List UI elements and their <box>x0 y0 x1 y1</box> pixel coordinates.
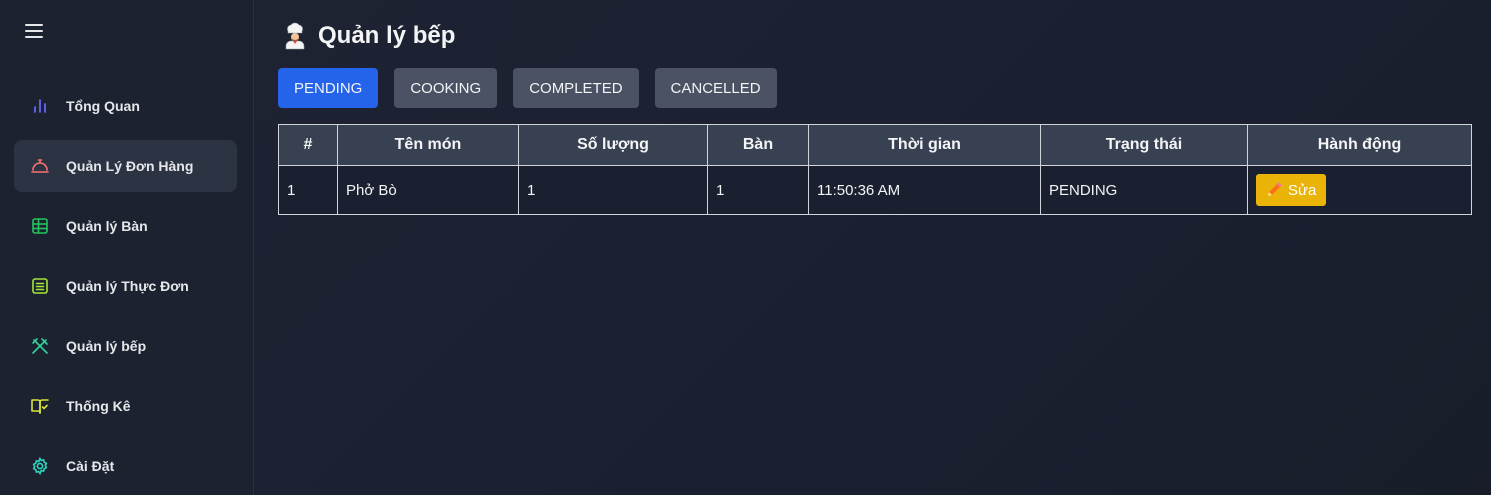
tab-cancelled[interactable]: CANCELLED <box>654 68 777 108</box>
table-grid-icon <box>30 216 50 236</box>
column-header-dish: Tên món <box>337 124 519 166</box>
utensils-crossed-icon <box>30 336 50 356</box>
sidebar-nav: Tổng Quan Quản Lý Đơn Hàng Quản lý Bàn Q… <box>14 80 237 495</box>
menu-list-icon <box>30 276 50 296</box>
page-title-text: Quản lý bếp <box>318 22 456 49</box>
tab-cooking[interactable]: COOKING <box>394 68 498 108</box>
orders-table: # Tên món Số lượng Bàn Thời gian Trạng t… <box>278 124 1472 215</box>
edit-button[interactable]: Sửa <box>1256 174 1327 206</box>
hamburger-menu-icon[interactable] <box>25 24 43 40</box>
cloche-icon <box>30 156 50 176</box>
sidebar: Tổng Quan Quản Lý Đơn Hàng Quản lý Bàn Q… <box>0 0 254 495</box>
sidebar-item-statistics[interactable]: Thống Kê <box>14 380 237 432</box>
sidebar-item-label: Quản Lý Đơn Hàng <box>66 158 194 174</box>
sidebar-item-label: Quản lý Bàn <box>66 218 148 234</box>
column-header-table: Bàn <box>707 124 809 166</box>
column-header-time: Thời gian <box>808 124 1041 166</box>
column-header-action: Hành động <box>1247 124 1472 166</box>
sidebar-item-label: Quản lý Thực Đơn <box>66 278 189 294</box>
cell-status: PENDING <box>1040 165 1248 215</box>
chef-icon <box>285 22 305 50</box>
page-title: Quản lý bếp <box>282 22 455 50</box>
sidebar-item-label: Tổng Quan <box>66 98 140 114</box>
sidebar-item-label: Thống Kê <box>66 398 131 414</box>
table-row: 1 Phở Bò 1 1 11:50:36 AM PENDING Sửa <box>278 165 1472 215</box>
cell-dish: Phở Bò <box>337 165 519 215</box>
column-header-index: # <box>278 124 338 166</box>
book-check-icon <box>30 396 50 416</box>
sidebar-item-orders[interactable]: Quản Lý Đơn Hàng <box>14 140 237 192</box>
sidebar-item-settings[interactable]: Cài Đặt <box>14 440 237 492</box>
sidebar-item-tables[interactable]: Quản lý Bàn <box>14 200 237 252</box>
cell-table: 1 <box>707 165 809 215</box>
cell-quantity: 1 <box>518 165 708 215</box>
app-root: Tổng Quan Quản Lý Đơn Hàng Quản lý Bàn Q… <box>0 0 1491 495</box>
tab-completed[interactable]: COMPLETED <box>513 68 639 108</box>
edit-button-label: Sửa <box>1288 181 1317 199</box>
pencil-icon <box>1268 182 1282 196</box>
cell-action: Sửa <box>1247 165 1472 215</box>
cell-index: 1 <box>278 165 338 215</box>
sidebar-item-menu[interactable]: Quản lý Thực Đơn <box>14 260 237 312</box>
table-header-row: # Tên món Số lượng Bàn Thời gian Trạng t… <box>278 124 1472 166</box>
column-header-quantity: Số lượng <box>518 124 708 166</box>
gear-icon <box>30 456 50 476</box>
column-header-status: Trạng thái <box>1040 124 1248 166</box>
cell-time: 11:50:36 AM <box>808 165 1041 215</box>
sidebar-item-overview[interactable]: Tổng Quan <box>14 80 237 132</box>
tab-pending[interactable]: PENDING <box>278 68 379 108</box>
sidebar-item-label: Cài Đặt <box>66 458 115 474</box>
sidebar-item-kitchen[interactable]: Quản lý bếp <box>14 320 237 372</box>
status-tabs: PENDING COOKING COMPLETED CANCELLED <box>278 68 793 108</box>
sidebar-item-label: Quản lý bếp <box>66 338 147 354</box>
bar-chart-icon <box>30 96 50 116</box>
main-content: Quản lý bếp PENDING COOKING COMPLETED CA… <box>254 0 1491 495</box>
